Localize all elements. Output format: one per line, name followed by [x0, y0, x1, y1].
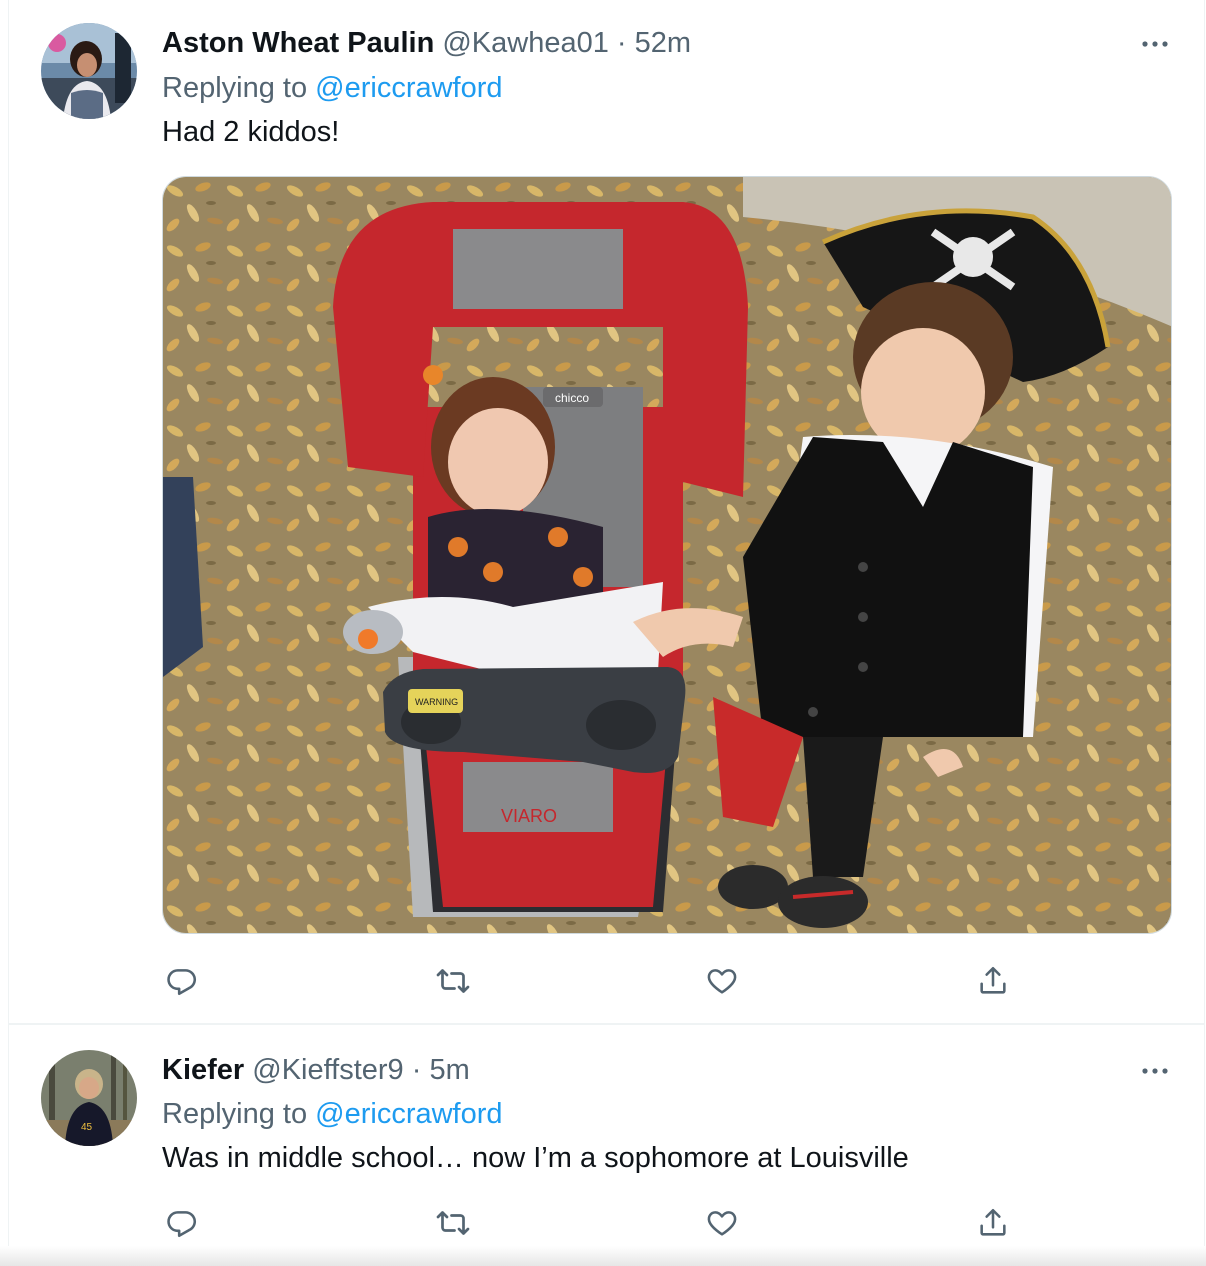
avatar[interactable] — [41, 23, 137, 119]
tweet-header: Kiefer @Kieffster9 · 5m — [162, 1052, 470, 1088]
svg-text:45: 45 — [81, 1122, 93, 1133]
retweet-button[interactable] — [433, 1203, 473, 1243]
tweet-actions — [162, 1203, 1022, 1243]
reply-icon — [167, 1211, 196, 1238]
more-options-button[interactable] — [1135, 1061, 1175, 1081]
tray-warning-label: WARNING — [415, 697, 458, 707]
like-button[interactable] — [702, 1203, 742, 1243]
retweet-icon — [436, 969, 470, 993]
stroller-model-label: VIARO — [501, 806, 557, 826]
heart-icon — [707, 1211, 737, 1236]
more-dots-icon — [1142, 1068, 1168, 1074]
timeline-right-border — [1204, 0, 1205, 1266]
replying-to-label: Replying to — [162, 1098, 316, 1130]
separator-dot: · — [411, 1054, 422, 1086]
author-handle[interactable]: @Kawhea01 — [442, 27, 609, 59]
separator-dot: · — [616, 27, 627, 59]
retweet-icon — [436, 1211, 470, 1235]
window-bottom-edge — [0, 1246, 1206, 1266]
timeline: Aston Wheat Paulin @Kawhea01 · 52m Reply… — [0, 0, 1206, 1266]
reply-icon — [167, 969, 196, 996]
replying-to-label: Replying to — [162, 72, 316, 104]
stroller-brand-label: chicco — [555, 391, 589, 405]
heart-icon — [707, 969, 737, 994]
reply-button[interactable] — [162, 961, 202, 1001]
mention-link[interactable]: @ericcrawford — [315, 72, 502, 104]
share-button[interactable] — [973, 961, 1013, 1001]
tweet-photo[interactable]: VIARO chicco WARNING — [162, 176, 1172, 934]
tweet-text: Had 2 kiddos! — [162, 116, 340, 148]
avatar[interactable]: 45 — [41, 1050, 137, 1146]
avatar-image: 45 — [41, 1050, 137, 1146]
share-button[interactable] — [973, 1203, 1013, 1243]
mention-link[interactable]: @ericcrawford — [315, 1098, 502, 1130]
avatar-image — [41, 23, 137, 119]
replying-to: Replying to @ericcrawford — [162, 70, 503, 106]
timestamp[interactable]: 52m — [635, 27, 691, 59]
tweet-text: Was in middle school… now I’m a sophomor… — [162, 1142, 909, 1174]
author-handle[interactable]: @Kieffster9 — [252, 1054, 403, 1086]
retweet-button[interactable] — [433, 961, 473, 1001]
like-button[interactable] — [702, 961, 742, 1001]
timestamp[interactable]: 5m — [429, 1054, 469, 1086]
share-icon — [980, 966, 1006, 994]
photo-kids-stroller: VIARO chicco WARNING — [163, 177, 1171, 933]
tweet[interactable]: 45 Kiefer @Kieffster9 · 5m Replying to @… — [9, 1025, 1204, 1246]
more-options-button[interactable] — [1135, 34, 1175, 54]
author-name[interactable]: Kiefer — [162, 1054, 244, 1086]
replying-to: Replying to @ericcrawford — [162, 1096, 503, 1132]
tweet[interactable]: Aston Wheat Paulin @Kawhea01 · 52m Reply… — [9, 0, 1204, 1023]
tweet-actions — [162, 961, 1022, 1001]
author-name[interactable]: Aston Wheat Paulin — [162, 27, 434, 59]
reply-button[interactable] — [162, 1203, 202, 1243]
tweet-header: Aston Wheat Paulin @Kawhea01 · 52m — [162, 25, 691, 61]
share-icon — [980, 1208, 1006, 1236]
more-dots-icon — [1142, 41, 1168, 47]
